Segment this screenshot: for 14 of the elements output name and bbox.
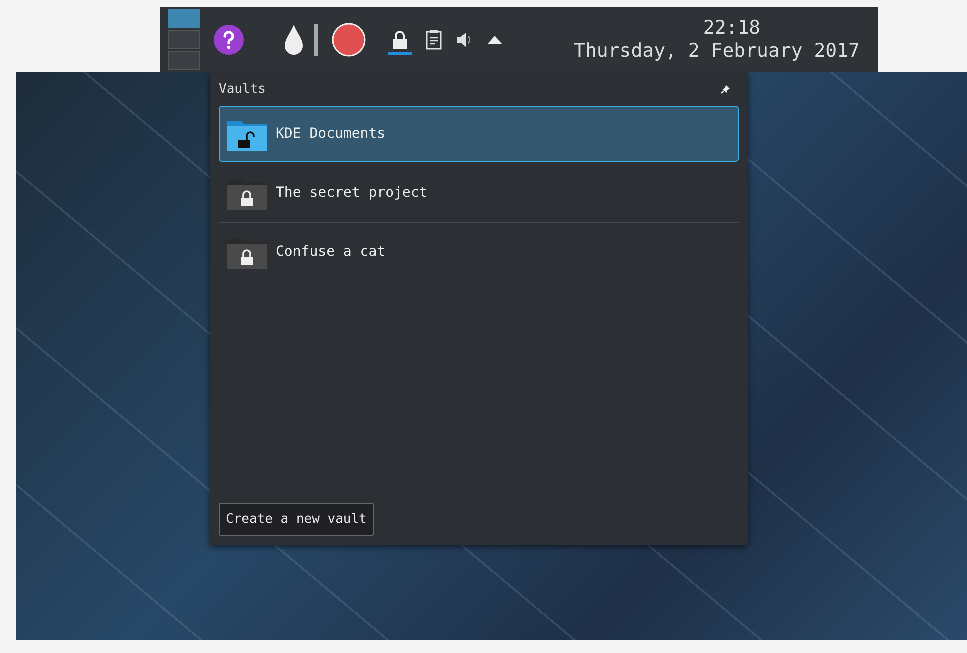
clock[interactable]: 22:18 Thursday, 2 February 2017 bbox=[574, 16, 860, 62]
pin-icon[interactable] bbox=[721, 84, 731, 94]
create-vault-button[interactable]: Create a new vault bbox=[219, 503, 374, 536]
vault-item[interactable]: KDE Documents bbox=[219, 106, 739, 162]
clock-time: 22:18 bbox=[703, 16, 761, 40]
clipboard-icon[interactable] bbox=[426, 30, 442, 50]
expand-arrow-icon[interactable] bbox=[488, 36, 502, 44]
droplet-icon[interactable] bbox=[284, 24, 304, 56]
vault-item[interactable]: The secret project bbox=[219, 165, 739, 221]
popup-title: Vaults bbox=[219, 82, 266, 96]
vault-item[interactable]: Confuse a cat bbox=[219, 224, 739, 280]
clock-date: Thursday, 2 February 2017 bbox=[574, 40, 860, 62]
help-icon[interactable] bbox=[214, 24, 244, 54]
record-icon[interactable] bbox=[332, 22, 366, 56]
